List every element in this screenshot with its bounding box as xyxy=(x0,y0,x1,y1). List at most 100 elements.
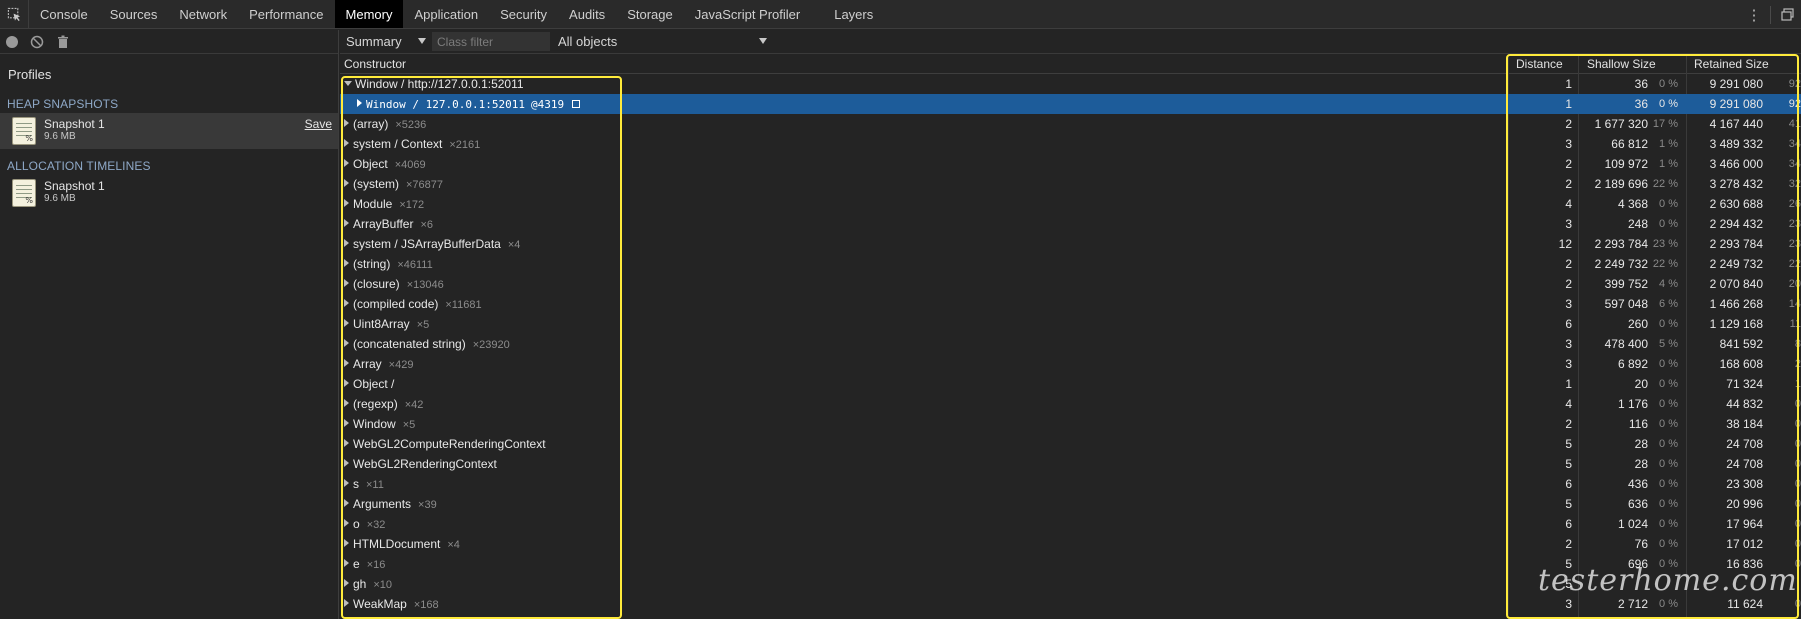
expand-arrow-icon[interactable] xyxy=(344,259,349,267)
distance-cell: 3 xyxy=(1565,357,1572,371)
selected-table-row[interactable]: Window / 127.0.0.1:52011 @4319 1 36 0 % 9 291… xyxy=(340,94,1801,114)
object-filter-select[interactable]: All objects xyxy=(552,32,772,52)
retained-size-cell: 24 708 xyxy=(1726,437,1763,451)
table-row[interactable]: WebGL2RenderingContext 5 28 0 % 24 708 0 xyxy=(340,454,1801,474)
table-row[interactable]: Window ×5 2 116 0 % 38 184 0 xyxy=(340,414,1801,434)
snapshot-icon: % xyxy=(12,117,36,145)
retained-size-cell: 4 167 440 xyxy=(1709,117,1763,131)
tab-console[interactable]: Console xyxy=(29,0,99,28)
expand-arrow-icon[interactable] xyxy=(344,519,349,527)
retained-size-column-header[interactable]: Retained Size xyxy=(1690,54,1769,74)
expand-arrow-icon[interactable] xyxy=(344,459,349,467)
expand-arrow-icon[interactable] xyxy=(344,539,349,547)
expand-arrow-icon[interactable] xyxy=(344,419,349,427)
expand-arrow-icon[interactable] xyxy=(344,139,349,147)
allocation-snapshot-item[interactable]: % Snapshot 1 9.6 MB xyxy=(0,175,338,211)
constructor-name: gh xyxy=(353,577,367,591)
expand-arrow-icon[interactable] xyxy=(344,599,349,607)
table-row[interactable]: Arguments ×39 5 636 0 % 20 996 0 xyxy=(340,494,1801,514)
tab-storage[interactable]: Storage xyxy=(616,0,684,28)
table-row[interactable]: (string) ×46111 2 2 249 732 22 % 2 249 732 22 xyxy=(340,254,1801,274)
table-row[interactable]: Object ×4069 2 109 972 1 % 3 466 000 34 xyxy=(340,154,1801,174)
shallow-size-cell: 28 xyxy=(1634,437,1648,451)
shallow-size-cell: 436 xyxy=(1627,477,1648,491)
instance-count: ×39 xyxy=(418,499,437,511)
distance-column-header[interactable]: Distance xyxy=(1512,54,1563,74)
expand-arrow-icon[interactable] xyxy=(344,479,349,487)
record-icon[interactable] xyxy=(6,35,18,48)
object-filter-value: All objects xyxy=(558,34,618,49)
expand-arrow-icon[interactable] xyxy=(344,159,349,167)
heap-snapshot-item[interactable]: % Snapshot 1 9.6 MB Save xyxy=(0,113,338,149)
table-row[interactable]: Object / 1 20 0 % 71 324 1 xyxy=(340,374,1801,394)
constructor-cell: Array ×429 xyxy=(344,354,413,375)
table-row[interactable]: s ×11 6 436 0 % 23 308 0 xyxy=(340,474,1801,494)
table-row[interactable]: system / JSArrayBufferData ×4 12 2 293 784 2… xyxy=(340,234,1801,254)
table-row[interactable]: (compiled code) ×11681 3 597 048 6 % 1 466 26… xyxy=(340,294,1801,314)
table-row[interactable]: Array ×429 3 6 892 0 % 168 608 2 xyxy=(340,354,1801,374)
shallow-size-column-header[interactable]: Shallow Size xyxy=(1583,54,1656,74)
expand-arrow-icon[interactable] xyxy=(344,199,349,207)
tab-javascript-profiler[interactable]: JavaScript Profiler xyxy=(684,0,811,28)
inspect-element-icon[interactable] xyxy=(0,0,29,29)
expand-arrow-icon[interactable] xyxy=(357,99,362,107)
table-row[interactable]: ArrayBuffer ×6 3 248 0 % 2 294 432 23 xyxy=(340,214,1801,234)
expand-arrow-icon[interactable] xyxy=(344,319,349,327)
constructor-name: WebGL2RenderingContext xyxy=(353,457,497,471)
table-row[interactable]: Window / http://127.0.0.1:52011 1 36 0 % 9 2… xyxy=(340,74,1801,94)
table-row[interactable]: HTMLDocument ×4 2 76 0 % 17 012 0 xyxy=(340,534,1801,554)
profiles-title: Profiles xyxy=(8,67,52,82)
tab-sources[interactable]: Sources xyxy=(99,0,169,28)
perspective-select[interactable]: Summary xyxy=(340,32,428,52)
perspective-value: Summary xyxy=(346,34,402,49)
expand-arrow-icon[interactable] xyxy=(344,559,349,567)
table-row[interactable]: (array) ×5236 2 1 677 320 17 % 4 167 440 41 xyxy=(340,114,1801,134)
expand-arrow-icon[interactable] xyxy=(344,439,349,447)
expand-arrow-icon[interactable] xyxy=(344,359,349,367)
retained-size-cell: 23 308 xyxy=(1726,477,1763,491)
shallow-size-cell: 76 xyxy=(1634,537,1648,551)
tab-performance[interactable]: Performance xyxy=(238,0,334,28)
tab-network[interactable]: Network xyxy=(168,0,238,28)
retained-size-cell: 2 630 688 xyxy=(1709,197,1763,211)
table-row[interactable]: WebGL2ComputeRenderingContext 5 28 0 % 24 70… xyxy=(340,434,1801,454)
expand-arrow-icon[interactable] xyxy=(344,219,349,227)
table-row[interactable]: o ×32 6 1 024 0 % 17 964 0 xyxy=(340,514,1801,534)
tab-security[interactable]: Security xyxy=(489,0,558,28)
table-row[interactable]: system / Context ×2161 3 66 812 1 % 3 489 332… xyxy=(340,134,1801,154)
expand-arrow-icon[interactable] xyxy=(344,499,349,507)
shallow-size-cell: 4 368 xyxy=(1617,197,1648,211)
shallow-percent-cell: 0 % xyxy=(1659,498,1678,510)
expand-arrow-icon[interactable] xyxy=(344,179,349,187)
expand-arrow-icon[interactable] xyxy=(344,119,349,127)
table-row[interactable]: Module ×172 4 4 368 0 % 2 630 688 26 xyxy=(340,194,1801,214)
table-row[interactable]: (regexp) ×42 4 1 176 0 % 44 832 0 xyxy=(340,394,1801,414)
snapshot-icon: % xyxy=(12,179,36,207)
expand-arrow-icon[interactable] xyxy=(344,379,349,387)
expand-arrow-icon[interactable] xyxy=(344,279,349,287)
constructor-column-header[interactable]: Constructor xyxy=(340,54,406,74)
expand-arrow-icon[interactable] xyxy=(344,299,349,307)
expand-arrow-icon[interactable] xyxy=(344,399,349,407)
expand-arrow-icon[interactable] xyxy=(344,579,349,587)
more-options-icon[interactable]: ⋮ xyxy=(1740,0,1768,29)
expand-arrow-icon[interactable] xyxy=(344,339,349,347)
class-filter-input[interactable] xyxy=(432,32,550,51)
trash-icon[interactable] xyxy=(56,35,70,49)
tab-memory[interactable]: Memory xyxy=(334,0,404,28)
table-row[interactable]: (closure) ×13046 2 399 752 4 % 2 070 840 20 xyxy=(340,274,1801,294)
tab-layers[interactable]: Layers xyxy=(823,0,884,28)
retained-size-cell: 841 592 xyxy=(1719,337,1763,351)
table-row[interactable]: (system) ×76877 2 2 189 696 22 % 3 278 432 32 xyxy=(340,174,1801,194)
expanded-arrow-icon[interactable] xyxy=(344,81,352,86)
store-as-global-icon[interactable] xyxy=(572,100,581,108)
undock-icon[interactable] xyxy=(1773,0,1801,29)
tab-application[interactable]: Application xyxy=(403,0,489,28)
clear-icon[interactable] xyxy=(30,35,44,49)
table-row[interactable]: (concatenated string) ×23920 3 478 400 5 % 84… xyxy=(340,334,1801,354)
expand-arrow-icon[interactable] xyxy=(344,239,349,247)
save-link[interactable]: Save xyxy=(305,117,332,131)
retained-size-cell: 1 466 268 xyxy=(1709,297,1763,311)
tab-audits[interactable]: Audits xyxy=(558,0,616,28)
table-row[interactable]: Uint8Array ×5 6 260 0 % 1 129 168 11 xyxy=(340,314,1801,334)
